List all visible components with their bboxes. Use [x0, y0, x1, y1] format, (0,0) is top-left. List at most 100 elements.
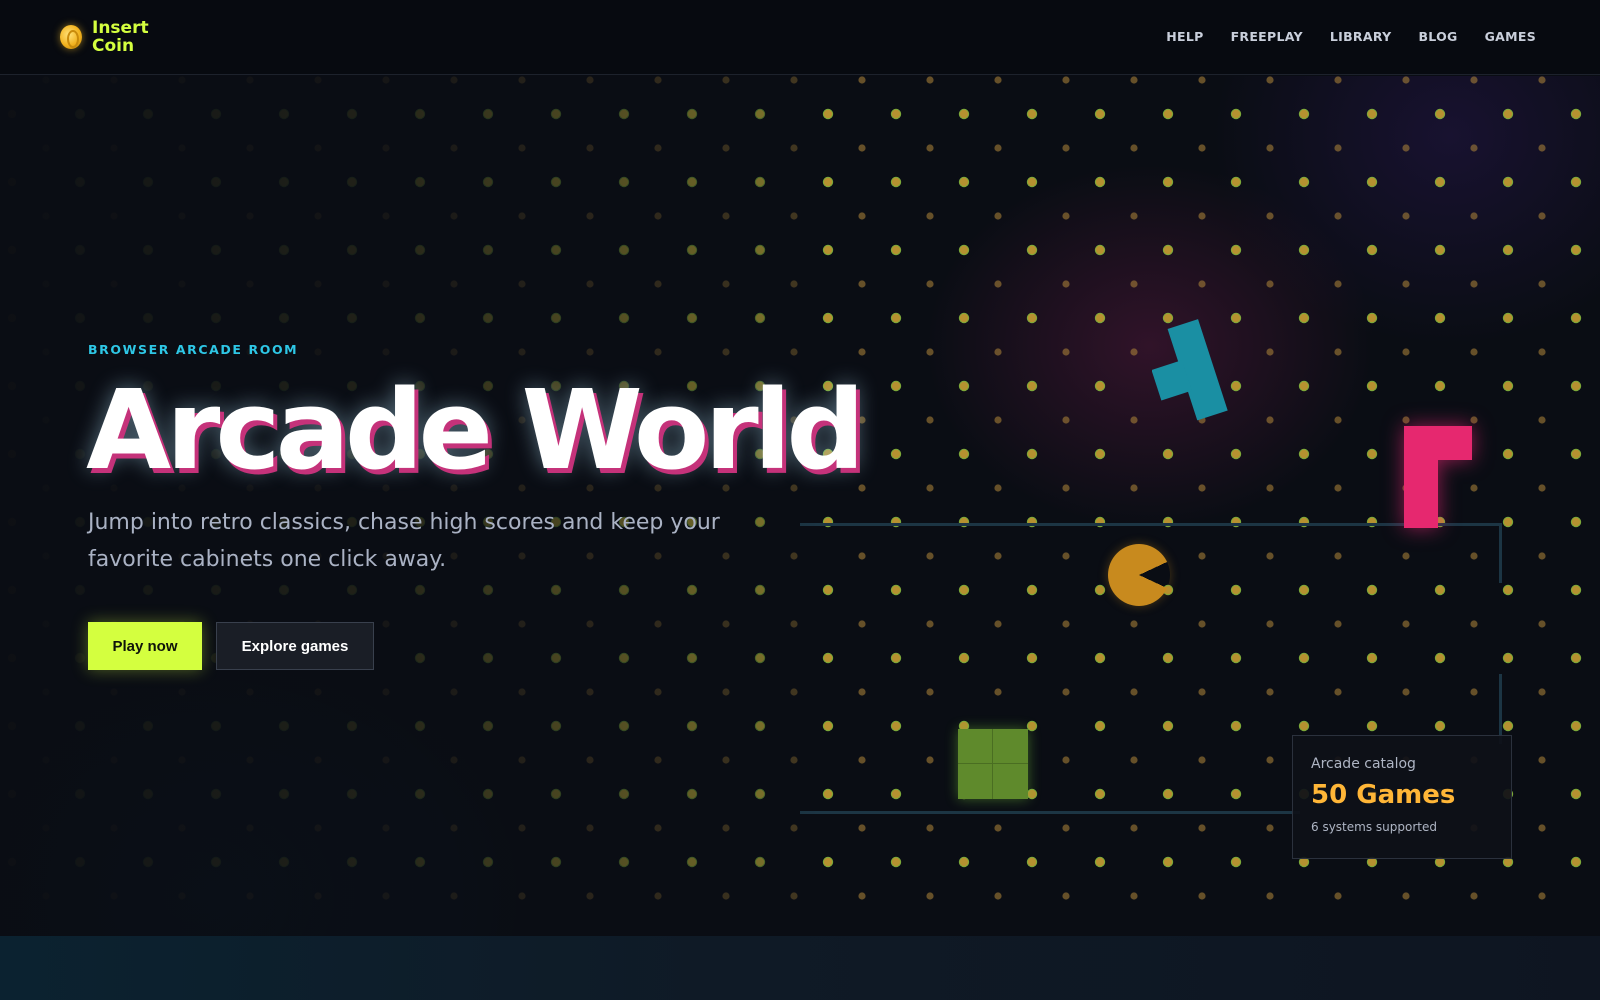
pellet-dot: [1266, 144, 1274, 152]
pellet-dot: [959, 857, 969, 867]
pellet-dot: [1130, 756, 1138, 764]
pellet-dot: [687, 653, 697, 663]
pellet-dot: [518, 348, 526, 356]
pellet-dot: [1198, 688, 1206, 696]
pellet-dot: [1367, 585, 1377, 595]
pellet-dot: [1231, 857, 1241, 867]
pellet-dot: [790, 144, 798, 152]
pellet-dot: [1266, 76, 1274, 84]
pellet-dot: [790, 688, 798, 696]
pellet-dot: [7, 653, 17, 663]
play-now-button[interactable]: Play now: [88, 622, 202, 670]
pellet-dot: [382, 348, 390, 356]
pellet-dot: [823, 789, 833, 799]
pellet-dot: [75, 857, 85, 867]
pellet-dot: [790, 280, 798, 288]
pellet-dot: [1231, 585, 1241, 595]
pellet-dot: [415, 789, 425, 799]
pellet-dot: [790, 348, 798, 356]
pellet-dot: [1231, 109, 1241, 119]
coin-icon: [60, 25, 82, 49]
pellet-dot: [926, 144, 934, 152]
pellet-dot: [1130, 348, 1138, 356]
pellet-dot: [246, 76, 254, 84]
pellet-dot: [42, 620, 50, 628]
pellet-dot: [1402, 348, 1410, 356]
pellet-dot: [1130, 212, 1138, 220]
pellet-dot: [382, 76, 390, 84]
pellet-dot: [1571, 857, 1581, 867]
pellet-dot: [110, 688, 118, 696]
nav-link-help[interactable]: HELP: [1166, 29, 1203, 44]
hero-eyebrow: BROWSER ARCADE ROOM: [88, 342, 299, 357]
pellet-dot: [687, 109, 697, 119]
pellet-dot: [314, 212, 322, 220]
pellet-dot: [1470, 348, 1478, 356]
pellet-dot: [891, 857, 901, 867]
pellet-dot: [1198, 620, 1206, 628]
pellet-dot: [518, 620, 526, 628]
pellet-dot: [143, 721, 153, 731]
nav-link-library[interactable]: LIBRARY: [1330, 29, 1392, 44]
brand-logo-link[interactable]: Insert Coin: [60, 19, 162, 55]
pellet-dot: [1571, 789, 1581, 799]
pellet-dot: [1470, 212, 1478, 220]
pellet-dot: [926, 484, 934, 492]
nav-link-freeplay[interactable]: FREEPLAY: [1231, 29, 1303, 44]
pellet-dot: [1470, 688, 1478, 696]
pellet-dot: [450, 756, 458, 764]
pellet-dot: [790, 756, 798, 764]
pellet-dot: [211, 585, 221, 595]
page-title: Arcade World: [86, 366, 865, 494]
pellet-dot: [1571, 109, 1581, 119]
pellet-dot: [586, 688, 594, 696]
pellet-dot: [858, 144, 866, 152]
pellet-dot: [1402, 892, 1410, 900]
pellet-dot: [7, 789, 17, 799]
pellet-dot: [1538, 76, 1546, 84]
pellet-dot: [994, 212, 1002, 220]
catalog-card: Arcade catalog 50 Games 6 systems suppor…: [1292, 735, 1512, 859]
nav-link-blog[interactable]: BLOG: [1418, 29, 1457, 44]
pellet-dot: [314, 892, 322, 900]
pellet-dot: [347, 109, 357, 119]
pellet-dot: [1027, 585, 1037, 595]
pellet-dot: [790, 76, 798, 84]
pellet-dot: [1435, 653, 1445, 663]
pellet-dot: [1470, 144, 1478, 152]
pellet-dot: [42, 280, 50, 288]
pellet-dot: [619, 313, 629, 323]
maze-wall: [1499, 674, 1502, 744]
pellet-dot: [994, 348, 1002, 356]
pellet-dot: [1402, 212, 1410, 220]
pellet-dot: [1027, 721, 1037, 731]
pellet-dot: [1571, 245, 1581, 255]
pellet-dot: [1198, 144, 1206, 152]
pellet-dot: [1163, 789, 1173, 799]
pellet-dot: [858, 620, 866, 628]
pellet-dot: [654, 756, 662, 764]
pellet-dot: [722, 144, 730, 152]
pellet-dot: [211, 313, 221, 323]
pellet-dot: [178, 76, 186, 84]
pellet-dot: [382, 144, 390, 152]
pellet-dot: [314, 348, 322, 356]
pellet-dot: [1231, 653, 1241, 663]
pellet-dot: [1163, 449, 1173, 459]
pellet-dot: [518, 280, 526, 288]
nav-link-games[interactable]: GAMES: [1485, 29, 1536, 44]
explore-games-button[interactable]: Explore games: [216, 622, 374, 670]
pellet-dot: [1538, 892, 1546, 900]
pellet-dot: [42, 484, 50, 492]
pellet-dot: [551, 653, 561, 663]
pellet-dot: [586, 76, 594, 84]
pellet-dot: [450, 212, 458, 220]
pellet-dot: [1299, 449, 1309, 459]
pellet-dot: [1231, 789, 1241, 799]
pellet-dot: [722, 824, 730, 832]
pellet-dot: [75, 449, 85, 459]
pellet-dot: [654, 688, 662, 696]
pellet-dot: [1266, 552, 1274, 560]
pellet-dot: [858, 552, 866, 560]
pellet-dot: [823, 585, 833, 595]
